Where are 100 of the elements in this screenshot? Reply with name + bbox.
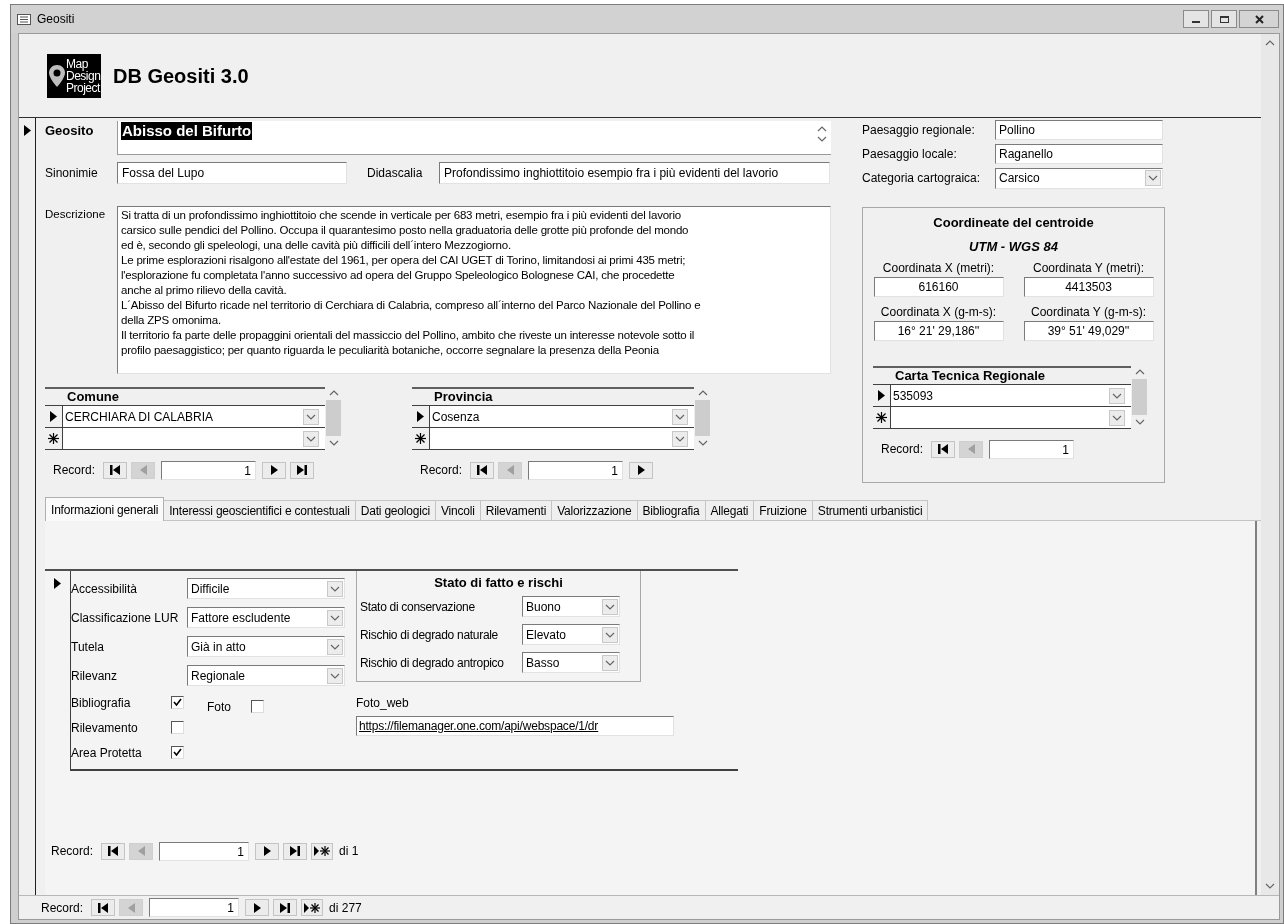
dropdown-button[interactable] <box>672 430 688 447</box>
record-number-field[interactable]: 1 <box>989 439 1075 459</box>
minimize-button[interactable] <box>1183 10 1209 28</box>
tab[interactable]: Dati geologici <box>355 500 436 521</box>
dropdown-field[interactable]: Cosenza <box>430 406 694 427</box>
dropdown-button[interactable] <box>303 408 319 425</box>
dropdown-field[interactable]: CERCHIARA DI CALABRIA <box>63 406 325 427</box>
chevron-down-icon <box>1148 175 1158 181</box>
text-field[interactable]: 4413503 <box>1023 277 1154 297</box>
previous-record-icon <box>967 444 975 454</box>
field-label: Categoria cartograica: <box>862 170 982 187</box>
text-field[interactable]: 616160 <box>873 277 1004 297</box>
dropdown-field[interactable] <box>891 407 1131 428</box>
record-nav-button[interactable] <box>311 842 334 860</box>
dropdown-button[interactable] <box>602 626 618 643</box>
tab[interactable]: Fruizione <box>754 500 813 521</box>
chevron-down-icon <box>675 413 685 420</box>
scroll-up-icon <box>817 126 827 132</box>
dropdown-button[interactable] <box>602 654 618 671</box>
tab[interactable]: Valorizzazione <box>552 500 638 521</box>
scrollbar[interactable] <box>1261 34 1279 895</box>
close-button[interactable] <box>1239 10 1279 28</box>
check-icon <box>173 698 182 707</box>
field-label: Rischio di degrado naturale <box>360 626 499 644</box>
dropdown-button[interactable] <box>327 580 343 597</box>
dropdown-field[interactable] <box>63 428 325 449</box>
dropdown-button[interactable] <box>1109 409 1125 426</box>
text-field[interactable]: Profondissimo inghiottitoio esempio fra i più evidenti del lavorio <box>439 162 830 184</box>
record-number-field[interactable]: 1 <box>161 460 257 480</box>
dropdown-button[interactable] <box>327 638 343 655</box>
text-field[interactable]: 16° 21' 29,186'' <box>873 321 1004 341</box>
record-nav-button[interactable] <box>470 461 495 479</box>
dropdown-field[interactable]: Carsico <box>995 167 1163 189</box>
checkbox[interactable] <box>171 721 184 734</box>
dropdown-field[interactable] <box>430 428 694 449</box>
field-label: Descrizione <box>45 207 107 222</box>
dropdown-field[interactable]: Elevato <box>522 624 620 645</box>
text-field[interactable]: Fossa del Lupo <box>117 162 347 184</box>
record-nav-button[interactable] <box>91 899 116 916</box>
new-record-icon <box>48 433 59 444</box>
dropdown-field[interactable]: Buono <box>522 596 620 617</box>
record-nav-button[interactable] <box>103 461 128 479</box>
text-field[interactable]: Raganello <box>995 144 1163 164</box>
tab[interactable]: Rilevamenti <box>480 500 553 521</box>
dropdown-field[interactable]: 535093 <box>891 385 1131 406</box>
dropdown-field[interactable]: Basso <box>522 652 620 673</box>
chevron-down-icon <box>605 603 615 610</box>
previous-record-icon <box>139 465 147 475</box>
app-title: DB Geositi 3.0 <box>113 63 249 89</box>
form-icon <box>17 13 31 25</box>
dropdown-button[interactable] <box>303 430 319 447</box>
checkbox[interactable] <box>171 746 184 759</box>
record-nav-button[interactable] <box>301 899 324 916</box>
maximize-button[interactable] <box>1211 10 1237 28</box>
dropdown-field[interactable]: Già in atto <box>187 636 345 657</box>
chevron-down-icon <box>330 614 340 621</box>
description-text-area[interactable]: Si tratta di un profondissimo inghiottitoio che scende in verticale per 683 metri, esempio fra i più evidenti del lavorio carsico sulle pendici del Pollino. Occupa il quarantesimo posto nella graduatoria delle grotte più profonde del mondo ed è, secondo gli speleologi, una delle cavità più difficili dell´intero Mezzogiorno. Le prime esplorazioni risalgono all'estate del 1961, per opera del CAI UGET di Torino, limitandosi ai primi 435 metri; l'esplorazione fu completata l'anno successivo ad opera del Gruppo Speleologico Bolognese CAI, che procedette anche al primo rilievo della cavità. L´Abisso del Bifurto ricade nel territorio di Cerchiara di Calabria, compreso all´interno del Parco Nazionale del Pollino e della ZPS omonima. Il territorio fa parte delle propaggini orientali del massiccio del Pollino, ambito che riveste un interesse notevole sotto il profilo paesaggistico; per quanto riguarda le peculiarità botaniche, occorre segnalare la presenza della Peonia <box>117 206 831 374</box>
field-label: Paesaggio locale: <box>862 146 958 163</box>
check-icon <box>173 748 182 757</box>
record-nav-button[interactable] <box>255 842 280 860</box>
current-record-icon <box>50 411 57 422</box>
record-label: Record: <box>881 441 924 458</box>
record-number-field[interactable]: 1 <box>159 841 250 861</box>
tab[interactable]: Interessi geoscientifici e contestuali <box>164 500 356 521</box>
record-nav-button[interactable] <box>283 842 308 860</box>
record-nav-button[interactable] <box>290 461 315 479</box>
tab[interactable]: Allegati <box>705 500 755 521</box>
scroll-down-icon <box>1265 883 1275 889</box>
record-nav-button[interactable] <box>245 899 270 916</box>
record-nav-button[interactable] <box>629 461 654 479</box>
dropdown-button[interactable] <box>602 598 618 615</box>
tab[interactable]: Vincoli <box>435 500 481 521</box>
tab[interactable]: Bibliografia <box>637 500 706 521</box>
record-nav-button[interactable] <box>101 842 126 860</box>
new-record-icon <box>415 433 426 444</box>
dropdown-button[interactable] <box>1109 387 1125 404</box>
tab[interactable]: Informazioni generali <box>45 497 165 521</box>
record-nav-button[interactable] <box>273 899 298 916</box>
scroll-up-icon <box>697 390 708 396</box>
dropdown-field[interactable]: Difficile <box>187 578 345 599</box>
dropdown-button[interactable] <box>672 408 688 425</box>
record-number-field[interactable]: 1 <box>528 460 624 480</box>
tab[interactable]: Strumenti urbanistici <box>812 500 929 521</box>
dropdown-button[interactable] <box>327 609 343 626</box>
dropdown-field[interactable]: Regionale <box>187 665 345 686</box>
dropdown-field[interactable]: Fattore escludente <box>187 607 345 628</box>
record-number-field[interactable]: 1 <box>149 898 240 917</box>
dropdown-button[interactable] <box>1145 170 1161 186</box>
next-record-icon <box>253 902 261 913</box>
record-nav-button[interactable] <box>931 440 956 458</box>
name-field[interactable]: Abisso del Bifurto <box>117 121 831 155</box>
text-field[interactable]: 39° 51' 49,029'' <box>1023 321 1154 341</box>
dropdown-button[interactable] <box>327 667 343 684</box>
field-label: Coordinata X (metri): <box>882 260 995 277</box>
record-nav-button[interactable] <box>262 461 287 479</box>
scroll-up-icon <box>1265 40 1275 46</box>
text-field[interactable]: Pollino <box>995 120 1163 140</box>
checkbox[interactable] <box>171 696 184 709</box>
link-field[interactable]: https://filemanager.one.com/api/webspace/1/dr <box>356 715 674 736</box>
checkbox[interactable] <box>251 700 264 713</box>
